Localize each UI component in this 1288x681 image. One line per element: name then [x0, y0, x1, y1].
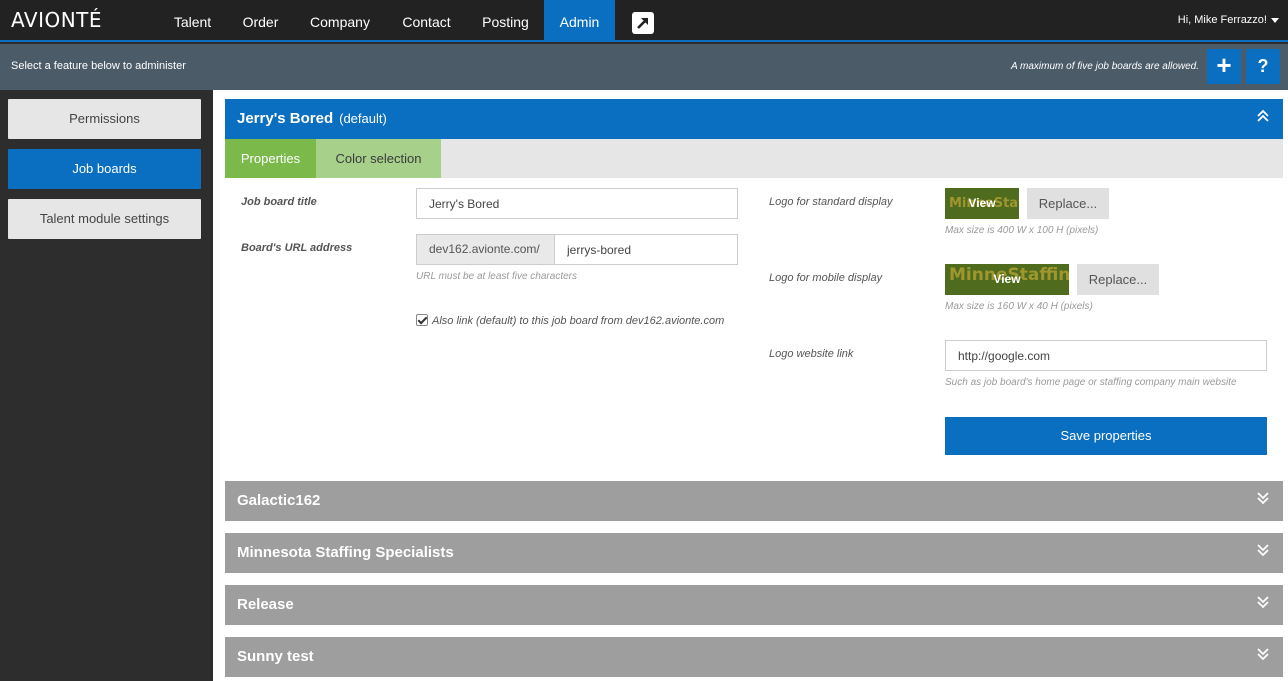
tab-properties[interactable]: Properties	[225, 139, 316, 178]
logo-mobile-label: Logo for mobile display	[769, 272, 883, 284]
logo-mobile-hint: Max size is 160 W x 40 H (pixels)	[945, 301, 1093, 312]
limit-notice: A maximum of five job boards are allowed…	[1010, 61, 1199, 72]
chevron-double-down-icon	[1257, 648, 1269, 661]
logo-standard-view-button[interactable]: MinneStaffing View	[945, 188, 1019, 219]
board-header-sunny-test[interactable]: Sunny test	[225, 637, 1283, 677]
plus-icon: +	[1216, 50, 1232, 80]
job-board-title-label: Job board title	[241, 196, 317, 208]
logo-standard-label: Logo for standard display	[769, 196, 893, 208]
chevron-double-down-icon	[1257, 492, 1269, 505]
board-name: Release	[237, 596, 294, 613]
logo-link-hint: Such as job board's home page or staffin…	[945, 377, 1237, 388]
url-slug-input[interactable]	[554, 234, 738, 265]
question-icon: ?	[1257, 56, 1269, 76]
also-link-label: Also link (default) to this job board fr…	[432, 315, 725, 327]
sidebar-item-talent-module-settings[interactable]: Talent module settings	[8, 199, 201, 239]
logo-standard-replace-button[interactable]: Replace...	[1027, 188, 1109, 219]
tab-color-selection[interactable]: Color selection	[316, 139, 441, 178]
logo-mobile-replace-button[interactable]: Replace...	[1077, 264, 1159, 295]
url-prefix: dev162.avionte.com/	[416, 234, 555, 265]
nav-admin[interactable]: Admin	[544, 0, 615, 42]
help-button[interactable]: ?	[1246, 49, 1280, 84]
board-name: Jerry's Bored	[237, 110, 334, 127]
logo-link-input[interactable]	[945, 340, 1267, 371]
chevron-double-down-icon	[1257, 596, 1269, 609]
external-link-button[interactable]	[632, 12, 654, 34]
also-link-row: Also link (default) to this job board fr…	[416, 314, 724, 327]
board-header-galactic162[interactable]: Galactic162	[225, 481, 1283, 521]
view-label: View	[993, 272, 1021, 286]
logo-link-label: Logo website link	[769, 348, 854, 360]
chevron-double-down-icon	[1257, 544, 1269, 557]
logo-standard-hint: Max size is 400 W x 100 H (pixels)	[945, 225, 1099, 236]
view-label: View	[968, 196, 996, 210]
board-name: Galactic162	[237, 492, 321, 509]
nav-contact[interactable]: Contact	[390, 0, 463, 42]
nav-company[interactable]: Company	[298, 0, 382, 42]
nav-talent[interactable]: Talent	[160, 0, 225, 42]
external-link-icon	[637, 18, 648, 29]
chevron-double-up-icon	[1257, 109, 1269, 122]
top-nav: AVIONTÉ Talent Order Company Contact Pos…	[0, 0, 1288, 42]
logo-mobile-view-button[interactable]: MinneStaffing View	[945, 264, 1069, 295]
nav-posting[interactable]: Posting	[470, 0, 541, 42]
instruction-text: Select a feature below to administer	[11, 60, 186, 72]
main-content: Jerry's Bored (default) Properties Color …	[213, 90, 1288, 681]
sidebar-item-job-boards[interactable]: Job boards	[8, 149, 201, 189]
board-header-minnesota[interactable]: Minnesota Staffing Specialists	[225, 533, 1283, 573]
user-greeting: Hi, Mike Ferrazzo!	[1177, 14, 1267, 26]
add-job-board-button[interactable]: +	[1207, 49, 1241, 84]
board-name: Minnesota Staffing Specialists	[237, 544, 454, 561]
job-board-title-input[interactable]	[416, 188, 738, 219]
url-hint: URL must be at least five characters	[416, 271, 577, 282]
board-name: Sunny test	[237, 648, 314, 665]
url-address-label: Board's URL address	[241, 242, 353, 254]
board-header-active[interactable]: Jerry's Bored (default)	[225, 99, 1283, 139]
user-menu[interactable]: Hi, Mike Ferrazzo!	[1178, 14, 1279, 26]
nav-order[interactable]: Order	[231, 0, 290, 42]
sidebar-item-permissions[interactable]: Permissions	[8, 99, 201, 139]
board-header-release[interactable]: Release	[225, 585, 1283, 625]
save-properties-button[interactable]: Save properties	[945, 417, 1267, 455]
sub-bar: Select a feature below to administer A m…	[0, 44, 1288, 90]
chevron-down-icon	[1271, 17, 1279, 23]
board-tabs: Properties Color selection	[225, 139, 1283, 178]
also-link-checkbox[interactable]	[416, 314, 428, 326]
default-tag: (default)	[339, 111, 387, 126]
avionte-logo[interactable]: AVIONTÉ	[11, 8, 102, 32]
